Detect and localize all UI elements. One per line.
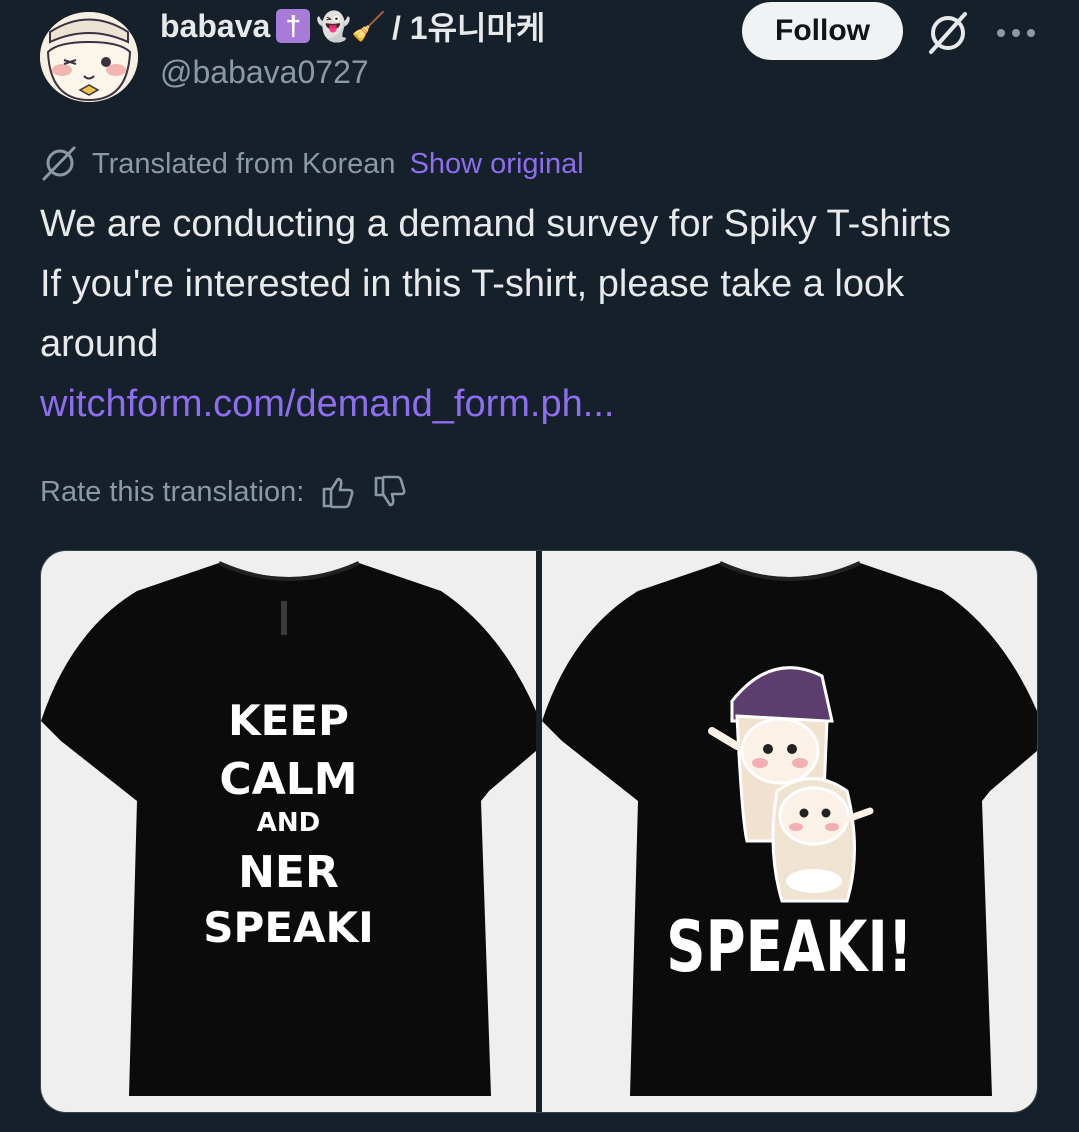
author-name-row[interactable]: babava † 👻🧹 / 1유니마케 (160, 4, 545, 48)
rate-translation-label: Rate this translation: (40, 475, 305, 508)
thumbs-down-icon[interactable] (372, 474, 408, 510)
post-line: around (40, 323, 159, 365)
post-line: We are conducting a demand survey for Sp… (40, 203, 952, 245)
grok-icon[interactable] (925, 10, 971, 56)
tshirt-image-speaki[interactable]: SPEAKI! (542, 551, 1037, 1112)
shirt-text-line: KEEP (228, 696, 349, 745)
tshirt-image-keep-calm[interactable]: KEEP CALM AND NER SPEAKI (41, 551, 536, 1112)
shirt-speaki-text: SPEAKI! (666, 906, 913, 988)
author-display-name[interactable]: babava (160, 8, 270, 45)
shirt-text-line: CALM (219, 754, 358, 805)
post-line: If you're interested in this T-shirt, pl… (40, 263, 905, 305)
post-body: We are conducting a demand survey for Sp… (40, 194, 1050, 434)
translation-info: Translated from Korean Show original (40, 142, 584, 186)
shirt-text-line: NER (238, 847, 339, 898)
thumbs-up-icon[interactable] (320, 474, 356, 510)
rate-translation: Rate this translation: (40, 470, 408, 514)
avatar[interactable] (40, 12, 138, 102)
post-link[interactable]: witchform.com/demand_form.ph... (40, 374, 1050, 434)
author-handle[interactable]: @babava0727 (160, 54, 369, 91)
cross-emoji-icon: † (276, 9, 311, 43)
follow-button[interactable]: Follow (742, 2, 903, 60)
show-original-link[interactable]: Show original (410, 148, 584, 181)
translate-icon (42, 146, 76, 181)
translated-from-label: Translated from Korean (92, 147, 396, 180)
shirt-text-line: SPEAKI (203, 903, 374, 952)
ghost-broom-emoji-icon: 👻🧹 (316, 10, 387, 42)
post-media[interactable]: KEEP CALM AND NER SPEAKI SPEAKI! (40, 550, 1038, 1113)
tshirt-shape (542, 561, 1037, 1096)
author-name-suffix[interactable]: / 1유니마케 (392, 3, 545, 49)
avatar-image (40, 12, 138, 102)
more-options-icon[interactable] (996, 28, 1036, 38)
shirt-text-line: AND (256, 808, 321, 838)
